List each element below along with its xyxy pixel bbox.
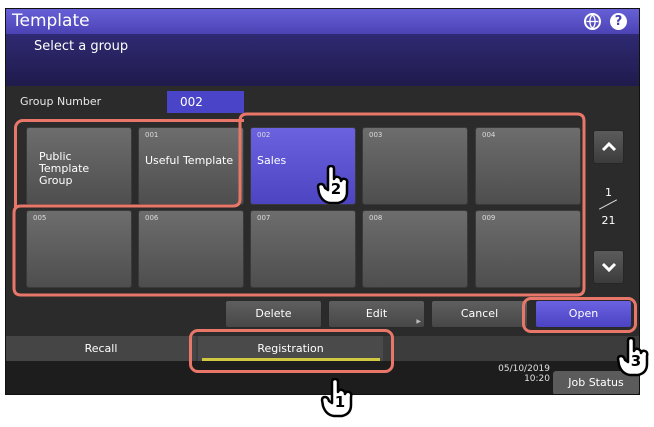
hand-pointer-icon: 3 bbox=[614, 337, 652, 377]
step-number: 3 bbox=[630, 352, 642, 370]
callout-outline-open bbox=[522, 297, 637, 333]
hand-pointer-icon: 2 bbox=[314, 165, 352, 205]
callout-outline-public-group bbox=[14, 119, 244, 209]
hand-pointer-icon: 1 bbox=[318, 378, 356, 418]
step-number: 1 bbox=[334, 393, 346, 411]
step-number: 2 bbox=[330, 180, 342, 198]
callout-outline-registration bbox=[189, 329, 394, 373]
